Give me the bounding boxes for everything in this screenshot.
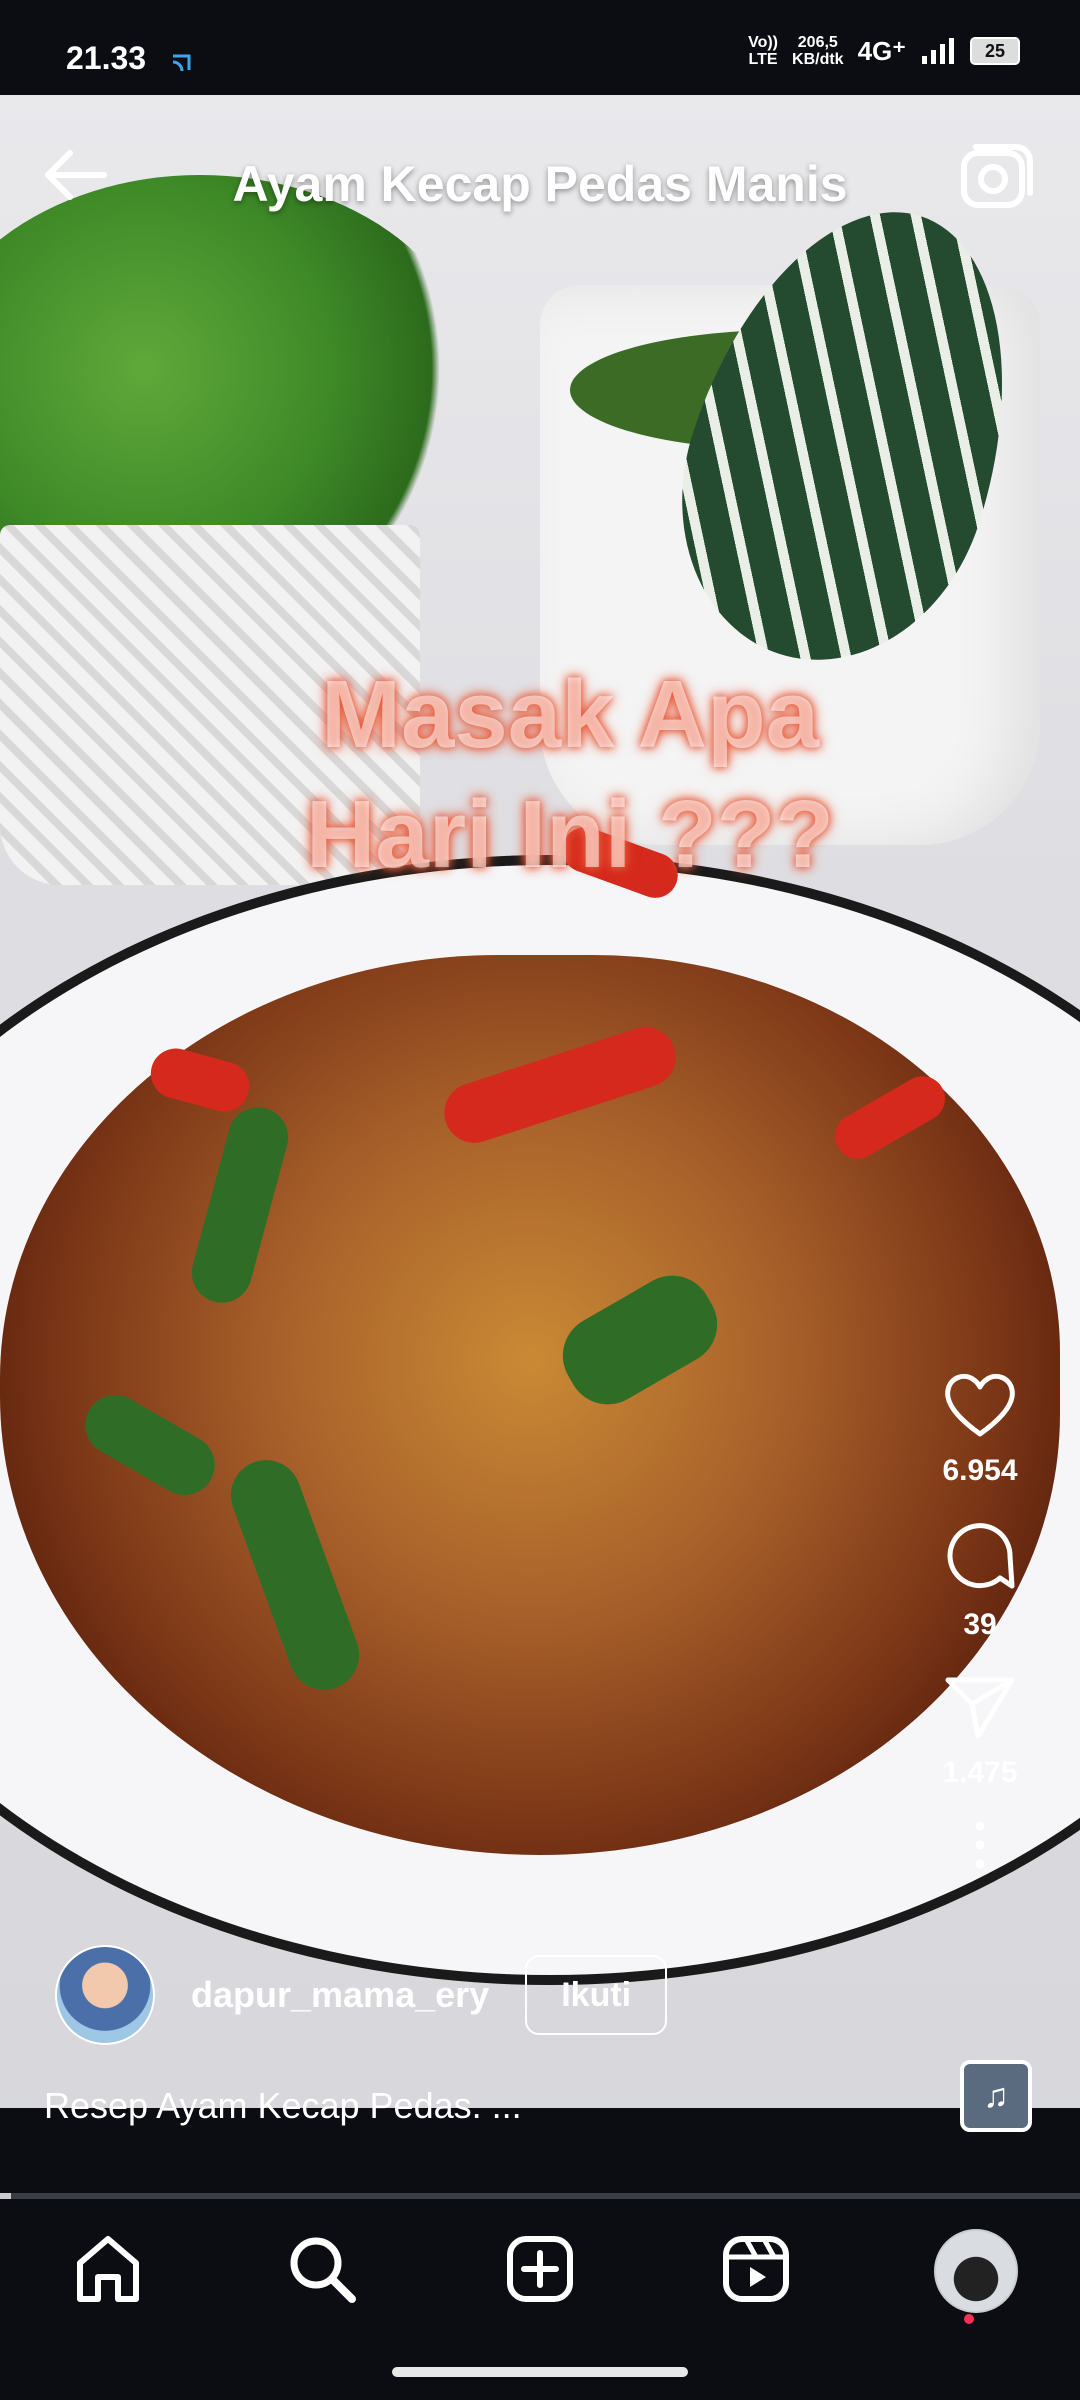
notification-dot <box>964 2314 974 2324</box>
home-icon[interactable] <box>68 2229 148 2309</box>
status-time: 21.33 <box>66 40 147 76</box>
follow-button[interactable]: Ikuti <box>525 1955 668 2035</box>
more-options[interactable] <box>910 1820 1050 1880</box>
camera-icon[interactable] <box>956 137 1036 217</box>
network-type: 4G⁺ <box>857 35 906 66</box>
reel-description[interactable]: Resep Ayam Kecap Pedas. ... <box>44 2085 522 2127</box>
heart-icon[interactable] <box>942 1370 1018 1440</box>
bottom-nav <box>0 2199 1080 2400</box>
like-action[interactable]: 6.954 <box>910 1370 1050 1488</box>
page-title: Ayam Kecap Pedas Manis <box>232 156 848 212</box>
comment-action[interactable]: 39 <box>910 1518 1050 1642</box>
gesture-bar[interactable] <box>392 2367 688 2377</box>
plus-square-icon[interactable] <box>500 2229 580 2309</box>
share-count: 1.475 <box>942 1756 1018 1789</box>
comment-bubble-icon[interactable] <box>942 1518 1018 1594</box>
music-note-icon[interactable]: ♫ <box>960 2060 1032 2132</box>
author-username[interactable]: dapur_mama_ery <box>191 1974 489 2016</box>
profile-avatar[interactable] <box>934 2229 1018 2313</box>
video-text-overlay: Masak Apa Hari Ini ??? <box>306 661 834 888</box>
status-bar: 21.33 Vo)) LTE 206,5 KB/dtk 4G⁺ 25 <box>0 0 1080 95</box>
reels-icon[interactable] <box>716 2229 796 2309</box>
more-vertical-icon[interactable] <box>970 1820 990 1870</box>
top-bar: Ayam Kecap Pedas Manis <box>0 95 1080 245</box>
signal-icon <box>922 38 954 64</box>
search-icon[interactable] <box>282 2229 362 2309</box>
avatar[interactable] <box>55 1945 155 2045</box>
comment-count: 39 <box>963 1608 997 1641</box>
volte-indicator: Vo)) LTE <box>748 34 779 68</box>
action-column: 6.954 39 1.475 <box>910 1370 1050 1880</box>
network-speed: 206,5 KB/dtk <box>792 34 844 68</box>
cast-icon <box>172 54 191 72</box>
battery-indicator: 25 <box>970 37 1020 65</box>
share-action[interactable]: 1.475 <box>910 1672 1050 1790</box>
status-indicators: Vo)) LTE 206,5 KB/dtk 4G⁺ 25 <box>748 34 1020 68</box>
send-icon[interactable] <box>942 1672 1018 1742</box>
author-row: dapur_mama_ery Ikuti <box>55 1945 668 2045</box>
like-count: 6.954 <box>942 1454 1018 1487</box>
